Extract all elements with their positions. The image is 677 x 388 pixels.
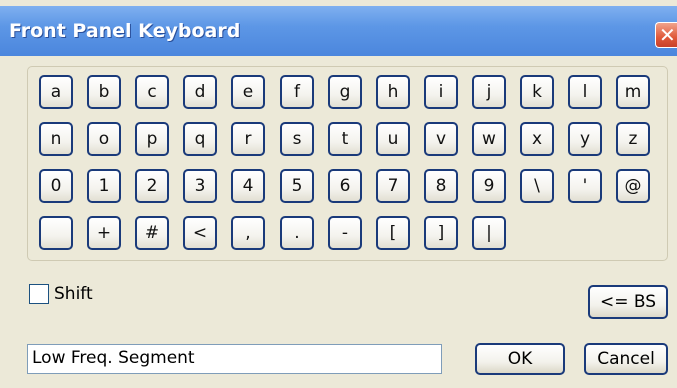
key[interactable]: f [280,75,314,109]
key[interactable]: o [87,122,121,156]
key[interactable]: q [183,122,217,156]
key[interactable]: 8 [424,169,458,203]
key[interactable]: h [376,75,410,109]
key[interactable]: j [472,75,506,109]
key[interactable]: w [472,122,506,156]
key[interactable]: m [616,75,650,109]
key[interactable]: 2 [135,169,169,203]
key[interactable]: t [328,122,362,156]
key[interactable]: | [472,216,506,250]
title-bar[interactable]: Front Panel Keyboard ✕ [0,6,677,56]
key[interactable]: v [424,122,458,156]
key[interactable]: g [328,75,362,109]
key[interactable]: p [135,122,169,156]
front-panel-keyboard-dialog: Front Panel Keyboard ✕ abcdefghijklm nopq… [0,0,677,388]
key[interactable]: 1 [87,169,121,203]
shift-label: Shift [54,284,93,304]
cancel-button[interactable]: Cancel [584,343,668,375]
key[interactable]: c [135,75,169,109]
key[interactable]: l [568,75,602,109]
key[interactable]: b [87,75,121,109]
text-input[interactable]: Low Freq. Segment [27,344,442,374]
backspace-button[interactable]: <= BS [588,285,668,319]
key[interactable]: 9 [472,169,506,203]
key[interactable]: a [39,75,73,109]
key-blank[interactable] [39,216,73,250]
key[interactable]: i [424,75,458,109]
key[interactable]: n [39,122,73,156]
ok-button[interactable]: OK [475,343,565,375]
key[interactable]: k [520,75,554,109]
key[interactable]: r [231,122,265,156]
key[interactable]: y [568,122,602,156]
key[interactable]: z [616,122,650,156]
key[interactable]: d [183,75,217,109]
key[interactable]: 3 [183,169,217,203]
key[interactable]: \ [520,169,554,203]
shift-checkbox[interactable] [29,284,49,304]
key[interactable]: # [135,216,169,250]
key[interactable]: 0 [39,169,73,203]
key[interactable]: 4 [231,169,265,203]
key[interactable]: ' [568,169,602,203]
close-icon: ✕ [659,23,676,47]
key[interactable]: x [520,122,554,156]
key[interactable]: s [280,122,314,156]
key[interactable]: e [231,75,265,109]
key[interactable]: + [87,216,121,250]
close-button[interactable]: ✕ [655,22,677,48]
key[interactable]: 7 [376,169,410,203]
key[interactable]: < [183,216,217,250]
key[interactable]: [ [376,216,410,250]
window-title: Front Panel Keyboard [9,20,241,42]
dialog-body: a b c d e f g h i j k l m n o p q r s t u v w x y z 0 1 2 3 4 5 6 7 8 9 \ ' @ … [0,56,677,388]
keyboard-panel: a b c d e f g h i j k l m n o p q r s t u v w x y z 0 1 2 3 4 5 6 7 8 9 \ ' @ … [27,66,668,261]
key[interactable]: - [328,216,362,250]
key[interactable]: 6 [328,169,362,203]
key[interactable]: . [280,216,314,250]
key[interactable]: ] [424,216,458,250]
key[interactable]: u [376,122,410,156]
key[interactable]: @ [616,169,650,203]
key[interactable]: 5 [280,169,314,203]
key[interactable]: , [231,216,265,250]
